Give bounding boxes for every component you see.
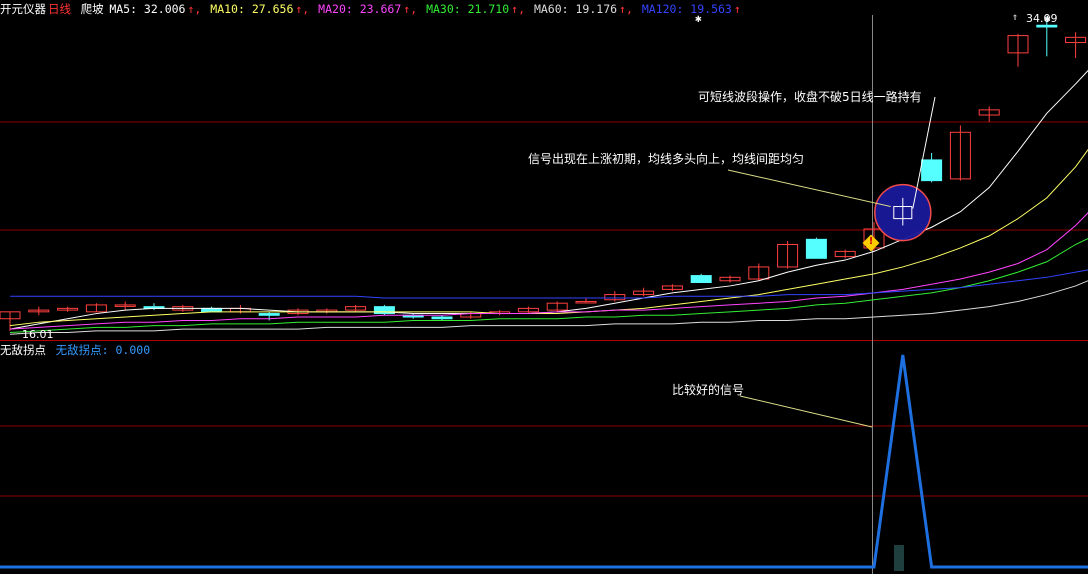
period-label[interactable]: 日线	[48, 2, 71, 16]
annotation-signal-context: 信号出现在上涨初期，均线多头向上，均线间距均匀	[528, 152, 805, 166]
ma-readout-ma5: MA5: 32.006	[109, 2, 186, 16]
ma-readout-ma10: MA10: 27.656	[210, 2, 294, 16]
high-price-label: 34.09	[1026, 12, 1058, 25]
signal-warning-glyph: !	[868, 236, 874, 247]
ma-readout-ma120: MA120: 19.563	[641, 2, 732, 16]
ma-line-ma5	[9, 69, 1088, 330]
pointer-line	[912, 96, 936, 209]
star-marker-icon: ✱	[1044, 12, 1051, 25]
up-arrow-icon: ↑,	[619, 2, 633, 16]
indicator-value: 无敌拐点: 0.000	[55, 343, 151, 357]
pointer-line	[727, 169, 891, 208]
kline-chart[interactable]	[0, 0, 1088, 574]
ma-readouts: MA5: 32.006 ↑, MA10: 27.656 ↑, MA20: 23.66…	[109, 2, 742, 16]
candle-body	[431, 316, 453, 320]
up-arrow-icon: ↑,	[511, 2, 526, 16]
app-name: 开元仪器	[0, 2, 46, 16]
ma-readout-ma60: MA60: 19.176	[533, 2, 618, 16]
annotation-good-signal: 比较好的信号	[672, 383, 745, 397]
candle-body	[921, 159, 943, 182]
candlestick-series[interactable]	[0, 16, 1087, 331]
indicator-name[interactable]: 无敌拐点	[0, 343, 46, 357]
highlight-bar	[894, 545, 904, 571]
ma-line-ma30	[9, 238, 1088, 334]
up-arrow-icon: ↑,	[187, 2, 202, 16]
annotation-hold-strategy: 可短线波段操作，收盘不破5日线一路持有	[698, 90, 922, 104]
indicator-panel-header: 无敌拐点 无敌拐点: 0.000	[0, 341, 152, 359]
signal-indicator-line	[0, 354, 1088, 569]
up-arrow-icon: ↑,	[403, 2, 418, 16]
low-price-label: 16.01	[22, 328, 54, 341]
up-arrow-icon: ↑,	[295, 2, 310, 16]
moving-average-lines	[9, 69, 1088, 335]
ma-readout-ma20: MA20: 23.667	[318, 2, 402, 16]
up-arrow-marker-icon: ⇑	[1012, 12, 1019, 23]
candle-body	[805, 238, 827, 259]
candle-body	[258, 313, 280, 316]
candle-body	[1036, 24, 1058, 28]
candle-body	[690, 275, 712, 283]
pointer-line	[739, 395, 873, 428]
up-arrow-icon: ↑	[733, 2, 741, 16]
candle-body	[201, 307, 223, 313]
chart-window[interactable]: 开元仪器 日线 爬坡 MA5: 32.006 ↑, MA10: 27.656 ↑, M…	[0, 0, 1088, 574]
annotation-overlay	[727, 96, 936, 571]
formula-name[interactable]: 爬坡	[81, 2, 104, 16]
star-marker-icon: ✱	[695, 12, 702, 25]
price-panel-header: 开元仪器 日线 爬坡 MA5: 32.006 ↑, MA10: 27.656 ↑, M…	[0, 0, 745, 18]
signal-line	[0, 354, 1088, 569]
ma-readout-ma30: MA30: 21.710	[426, 2, 510, 16]
grid-lines	[0, 15, 1088, 574]
